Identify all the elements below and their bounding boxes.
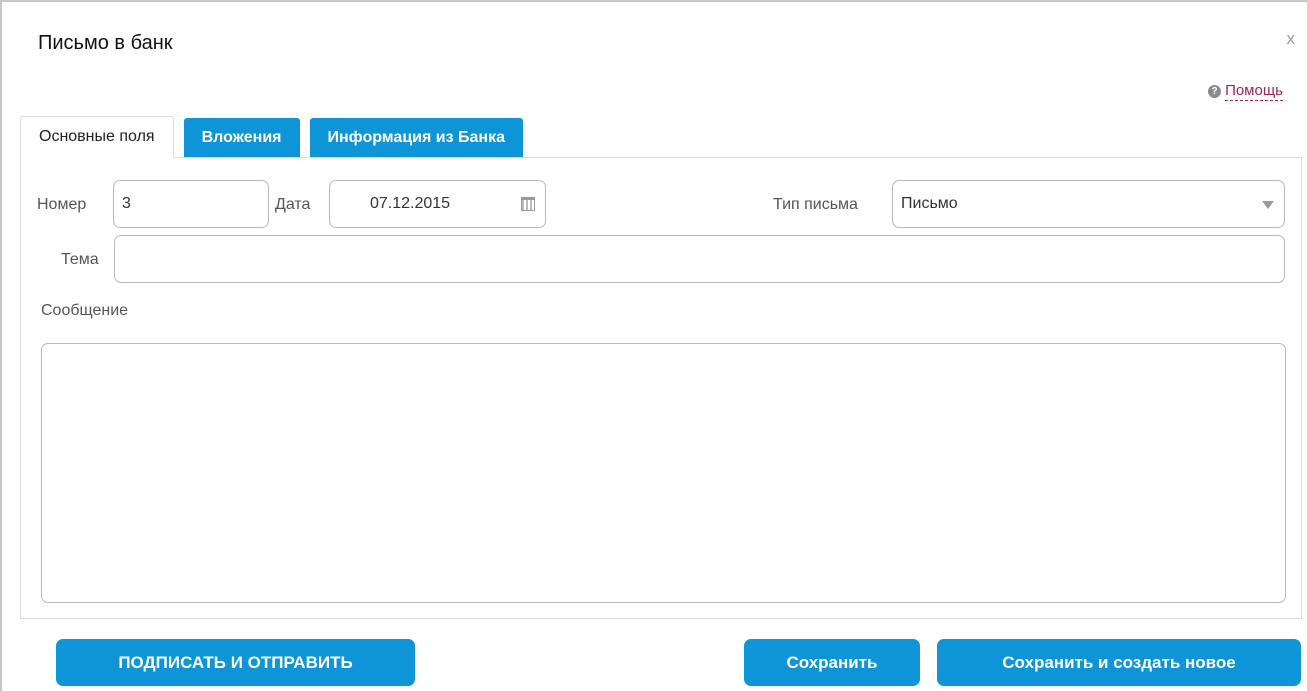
help-link[interactable]: ? Помощь	[1208, 82, 1283, 101]
calendar-icon[interactable]	[521, 197, 535, 211]
date-label: Дата	[275, 196, 311, 213]
chevron-down-icon	[1262, 201, 1274, 209]
number-field[interactable]: 3	[113, 180, 269, 228]
close-icon[interactable]: x	[1287, 30, 1296, 47]
number-value: 3	[122, 195, 131, 212]
subject-field[interactable]	[114, 235, 1285, 283]
letter-type-select[interactable]: Письмо	[892, 180, 1285, 228]
tab-attachments[interactable]: Вложения	[183, 118, 300, 158]
dialog-title: Письмо в банк	[38, 32, 173, 54]
question-circle-icon: ?	[1208, 85, 1222, 98]
tab-bar: Основные поля Вложения Информация из Бан…	[20, 116, 533, 158]
main-fields-panel: Номер 3 Дата 07.12.2015 Тип письма Письм…	[20, 157, 1302, 619]
letter-type-label: Тип письма	[773, 196, 858, 213]
date-value: 07.12.2015	[370, 195, 451, 212]
sign-and-send-button[interactable]: ПОДПИСАТЬ И ОТПРАВИТЬ	[56, 639, 415, 686]
help-link-label[interactable]: Помощь	[1225, 82, 1283, 101]
date-field[interactable]: 07.12.2015	[329, 180, 546, 228]
tab-bank-info[interactable]: Информация из Банка	[309, 118, 523, 158]
number-label: Номер	[37, 196, 87, 213]
save-and-create-new-button[interactable]: Сохранить и создать новое	[937, 639, 1301, 686]
letter-to-bank-dialog: Письмо в банк x ? Помощь Основные поля В…	[0, 0, 1307, 691]
subject-label: Тема	[61, 251, 99, 268]
letter-type-value: Письмо	[901, 195, 958, 212]
message-textarea[interactable]	[41, 343, 1286, 603]
tab-main-fields[interactable]: Основные поля	[20, 116, 174, 158]
message-label: Сообщение	[41, 302, 129, 319]
save-button[interactable]: Сохранить	[744, 639, 920, 686]
